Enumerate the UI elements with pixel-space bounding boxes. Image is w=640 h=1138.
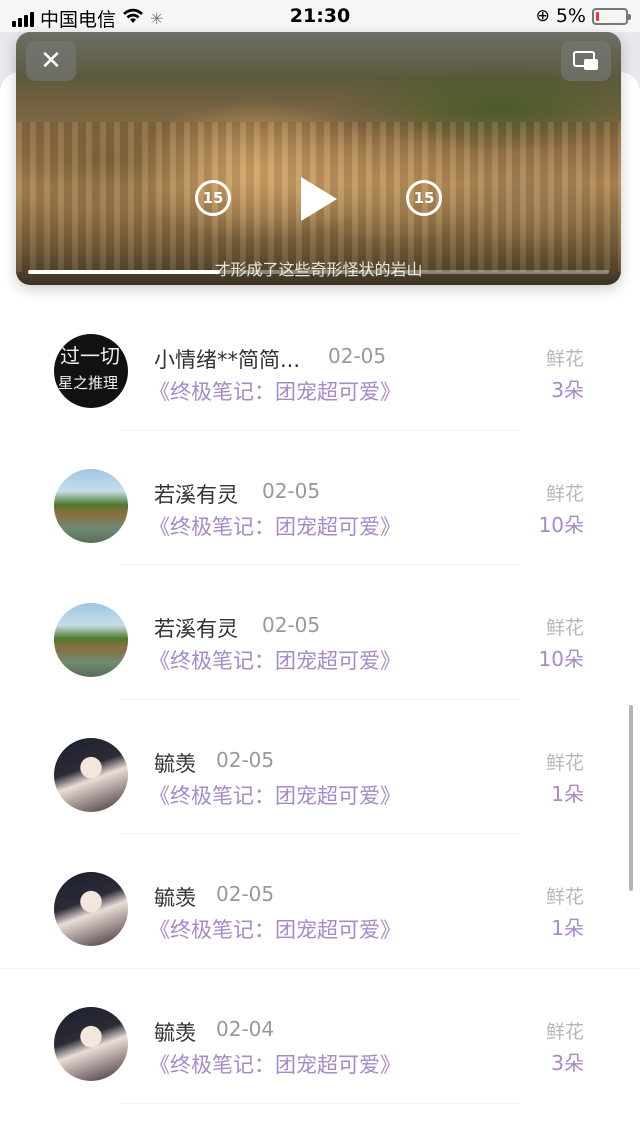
book-title-link[interactable]: 《终极笔记：团宠超可爱》	[149, 914, 401, 944]
video-player[interactable]: ✕ 15 15 才形成了这些奇形怪状的岩山	[16, 32, 621, 285]
battery-percent: 5%	[555, 5, 586, 27]
close-icon: ✕	[40, 46, 62, 76]
divider	[120, 698, 520, 700]
gift-count: 10朵	[538, 647, 584, 672]
gift-label: 鲜花	[545, 482, 584, 505]
user-name[interactable]: 毓羡	[154, 748, 196, 778]
gift-date: 02-04	[216, 1016, 275, 1041]
list-item[interactable]: 若溪有灵 02-05 《终极笔记：团宠超可爱》 鲜花 10朵	[0, 595, 640, 730]
divider	[120, 564, 520, 566]
gift-label: 鲜花	[545, 348, 584, 370]
video-progress-fill	[28, 270, 220, 274]
user-name[interactable]: 小情绪**简简...	[154, 344, 300, 374]
picture-in-picture-button[interactable]	[561, 41, 611, 81]
gift-count: 1朵	[551, 916, 584, 941]
skip-back-label: 15	[202, 189, 224, 207]
list-item[interactable]: 毓羡 02-05 《终极笔记：团宠超可爱》 鲜花 1朵	[0, 730, 640, 865]
divider	[120, 429, 520, 431]
list-item[interactable]: 过一切 星之推理 小情绪**简简... 02-05 《终极笔记：团宠超可爱》 鲜…	[0, 326, 640, 461]
book-title-link[interactable]: 《终极笔记：团宠超可爱》	[149, 780, 401, 810]
list-item[interactable]: 毓羡 02-05 《终极笔记：团宠超可爱》 鲜花 1朵	[0, 864, 640, 999]
skip-back-button[interactable]: 15	[195, 180, 231, 216]
user-name[interactable]: 若溪有灵	[154, 479, 238, 509]
avatar-text-1: 过一切	[60, 344, 120, 368]
battery-icon	[592, 7, 631, 25]
gift-date: 02-05	[216, 882, 275, 907]
book-title-link[interactable]: 《终极笔记：团宠超可爱》	[149, 645, 401, 675]
avatar[interactable]: 过一切 星之推理	[54, 334, 128, 408]
gift-label: 鲜花	[545, 1020, 584, 1043]
book-title-link[interactable]: 《终极笔记：团宠超可爱》	[149, 1049, 401, 1079]
skip-forward-button[interactable]: 15	[406, 180, 442, 216]
gift-count: 1朵	[551, 781, 584, 806]
avatar[interactable]	[54, 603, 128, 678]
user-name[interactable]: 毓羡	[154, 882, 196, 912]
gift-count: 3朵	[551, 378, 584, 402]
gift-count: 3朵	[551, 1050, 584, 1075]
gift-count: 10朵	[538, 512, 584, 537]
divider	[120, 1102, 520, 1104]
gift-label: 鲜花	[545, 886, 584, 909]
gift-date: 02-05	[262, 478, 321, 503]
status-bar: 中国电信 ✳ 21:30 ⊕ 5%	[0, 0, 640, 32]
pip-icon	[573, 51, 598, 70]
gift-date: 02-05	[216, 747, 275, 772]
scrollbar[interactable]	[629, 705, 633, 891]
avatar[interactable]	[54, 737, 128, 812]
skip-forward-label: 15	[413, 189, 435, 207]
avatar[interactable]	[54, 1006, 128, 1081]
rotation-lock-icon: ⊕	[535, 6, 550, 26]
gift-date: 02-05	[328, 344, 387, 368]
book-title-link[interactable]: 《终极笔记：团宠超可爱》	[149, 511, 401, 541]
gift-label: 鲜花	[545, 617, 584, 640]
book-title-link[interactable]: 《终极笔记：团宠超可爱》	[149, 376, 401, 406]
gift-label: 鲜花	[545, 751, 584, 774]
avatar[interactable]	[54, 468, 128, 543]
close-button[interactable]: ✕	[26, 41, 76, 81]
user-name[interactable]: 若溪有灵	[154, 613, 238, 643]
avatar-text-2: 星之推理	[58, 374, 119, 392]
list-item[interactable]: 毓羡 02-04 《终极笔记：团宠超可爱》 鲜花 3朵	[0, 999, 640, 1134]
video-subtitle: 才形成了这些奇形怪状的岩山	[214, 260, 423, 279]
divider	[0, 967, 640, 969]
video-progress-bar[interactable]	[28, 270, 609, 274]
play-button[interactable]	[301, 177, 337, 221]
gift-date: 02-05	[262, 613, 321, 638]
divider	[120, 833, 520, 835]
avatar[interactable]	[54, 872, 128, 947]
user-name[interactable]: 毓羡	[154, 1017, 196, 1047]
gift-list: 过一切 星之推理 小情绪**简简... 02-05 《终极笔记：团宠超可爱》 鲜…	[0, 326, 640, 1134]
list-item[interactable]: 若溪有灵 02-05 《终极笔记：团宠超可爱》 鲜花 10朵	[0, 461, 640, 596]
